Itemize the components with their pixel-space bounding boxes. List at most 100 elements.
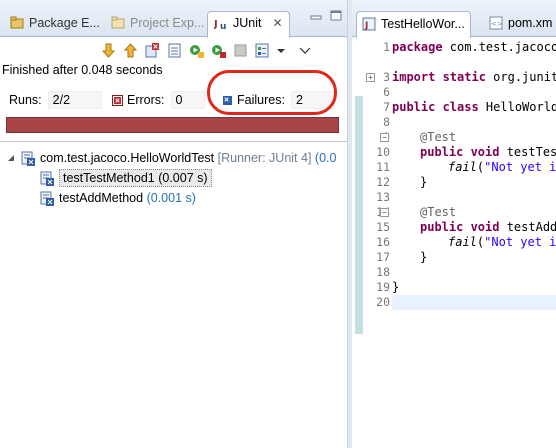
view-tab-bar: Package E... Project Exp... J u JUnit ✕ [0,0,347,38]
code-line: } [392,280,399,295]
runs-counter: Runs: 2/2 [9,91,102,109]
code-line: @Test [420,130,456,145]
runs-value: 2/2 [47,91,102,109]
code-text: } [420,175,428,189]
test-run-history-icon[interactable] [254,42,271,59]
suite-name: com.test.jacoco.HelloWorldTest [40,151,215,165]
code-text: testAddM [506,220,556,234]
method-call: fail [448,235,477,249]
test-suite-error-icon [21,151,35,166]
annotation: @Test [420,205,457,219]
show-failures-only-icon[interactable] [144,42,161,59]
line-number: 6 [383,85,390,99]
junit-panel: Package E... Project Exp... J u JUnit ✕ [0,0,347,448]
line-number: 3 [383,70,390,84]
stop-icon[interactable] [232,42,249,59]
current-line [392,295,556,310]
runs-label: Runs: [9,93,42,107]
test-time: (0.001 s) [146,191,196,205]
code-text: } [392,280,400,294]
test-entry: testTestMethod1 (0.007 s) [59,169,212,187]
fold-collapse-icon[interactable]: − [380,208,389,217]
fold-collapse-icon[interactable]: − [380,133,389,142]
keyword: public class [392,100,479,114]
change-ruler [352,38,364,448]
changed-lines-marker [355,96,363,334]
line-number: 11 [376,160,390,174]
line-number: 15 [376,220,390,234]
code-line: import static org.junit. [392,70,556,85]
code-line: fail("Not yet i [448,235,556,250]
code-text: com.test.jacoco; [442,40,556,54]
tab-label: TestHelloWor... [381,17,465,31]
line-number: 1 [383,40,390,54]
java-file-icon: J [362,17,376,31]
line-number-gutter: 1 3 + 6 7 8 9 − 10 11 12 13 14 − 15 16 1… [364,38,392,448]
keyword: public void [420,145,500,159]
code-line: public class HelloWorldT [392,100,556,115]
tab-project-explorer[interactable]: Project Exp... [105,12,210,37]
svg-text:J: J [364,21,368,31]
line-number: 17 [376,250,390,264]
test-error-icon [40,171,54,186]
code-text: } [420,250,428,264]
tree-node-suite[interactable]: com.test.jacoco.HelloWorldTest [Runner: … [8,149,336,167]
tab-package-explorer[interactable]: Package E... [4,12,106,37]
code-text: testTest [506,145,556,159]
tab-label: JUnit [233,16,262,30]
editor-tab-bar: J TestHelloWor... <> pom.xm [352,0,556,38]
run-status: Finished after 0.048 seconds [2,63,163,77]
errors-counter: Errors: 0 [112,91,205,109]
divider [0,141,347,142]
close-icon[interactable]: ✕ [272,16,282,30]
keyword: package [392,40,443,54]
suite-time: (0.0 [314,151,337,165]
next-failure-icon[interactable] [100,42,117,59]
test-name: testAddMethod [59,191,144,205]
code-area[interactable]: package com.test.jacoco; import static o… [392,38,556,448]
tab-pom-xml[interactable]: <> pom.xm [484,11,556,38]
rerun-failures-first-icon[interactable] [210,42,227,59]
line-number: 12 [376,175,390,189]
xml-file-icon: <> [489,16,503,30]
maximize-icon[interactable] [329,10,343,22]
package-explorer-icon [10,16,24,29]
rerun-test-icon[interactable] [188,42,205,59]
svg-text:<>: <> [491,20,503,28]
tab-junit[interactable]: J u JUnit ✕ [207,11,290,38]
line-number: 20 [376,295,390,309]
tree-node-test[interactable]: testTestMethod1 (0.007 s) [40,169,212,187]
scroll-lock-icon[interactable] [166,42,183,59]
project-explorer-icon [111,16,125,29]
code-line: package com.test.jacoco; [392,40,556,55]
method-call: fail [448,160,477,174]
test-progress-bar [6,117,339,133]
line-number: 19 [376,280,390,294]
minimize-icon[interactable] [309,10,323,22]
errors-value: 0 [170,91,205,109]
expanded-arrow-icon[interactable] [8,154,16,162]
tab-testhelloworld[interactable]: J TestHelloWor... [356,11,471,38]
test-error-icon [40,191,54,206]
view-menu-icon[interactable] [299,42,311,59]
line-number: 7 [383,100,390,114]
junit-toolbar [100,39,311,61]
test-name: testTestMethod1 [63,171,155,185]
previous-failure-icon[interactable] [122,42,139,59]
fold-expand-icon[interactable]: + [366,73,375,82]
keyword: import static [392,70,486,84]
tree-node-test[interactable]: testAddMethod (0.001 s) [40,189,196,207]
history-dropdown-icon[interactable] [276,42,286,59]
error-icon [112,94,123,106]
tab-label: Package E... [29,16,100,30]
failures-highlight-annotation [207,70,337,115]
code-editor: J TestHelloWor... <> pom.xm 1 3 + 6 7 8 … [352,0,556,448]
code-line: fail("Not yet i [448,160,556,175]
keyword: public void [420,220,500,234]
code-line: @Test [420,205,456,220]
code-line: public void testTest [420,145,556,160]
string-literal: "Not yet i [484,235,556,249]
code-line: } [420,250,427,265]
line-number: 8 [383,115,390,129]
junit-icon: J u [214,19,226,30]
